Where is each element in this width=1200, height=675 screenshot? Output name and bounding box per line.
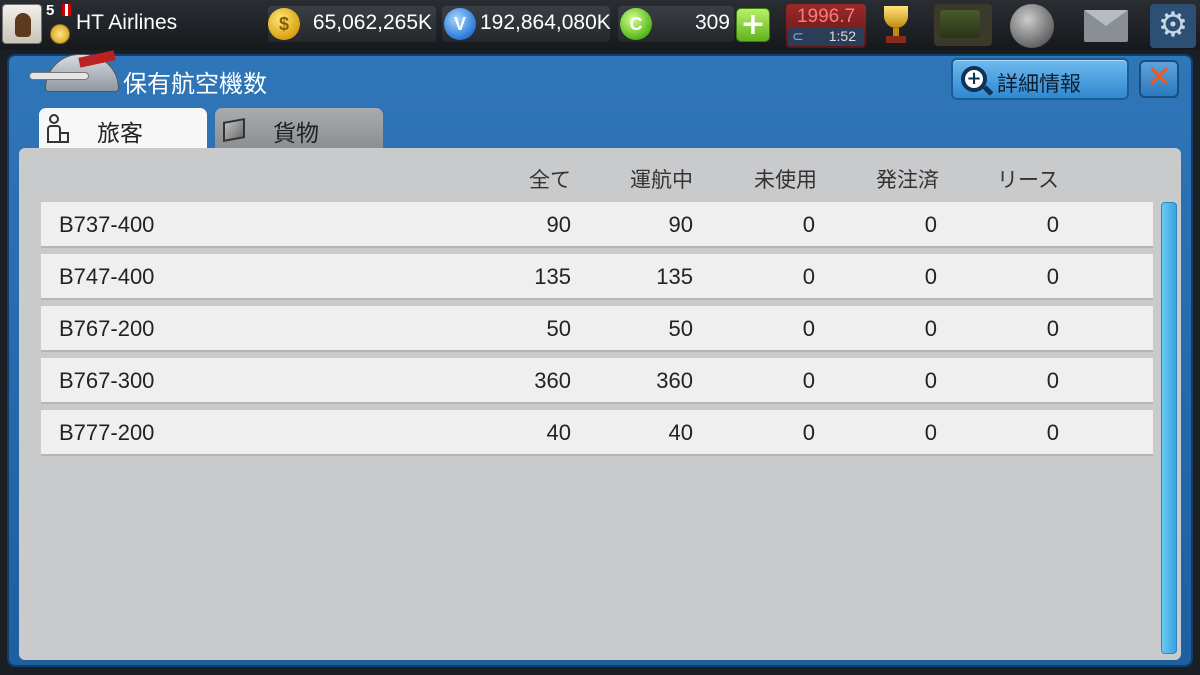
aircraft-model: B737-400 [59,212,155,237]
table-row[interactable]: B737-400 90 90 0 0 0 [41,202,1153,248]
game-year: 1996.7 [796,6,856,27]
count-unused: 0 [802,368,815,393]
hangar-icon [23,48,123,104]
tab-passenger-label: 旅客 [97,121,143,147]
aircraft-model: B747-400 [59,264,155,289]
bird-icon [15,13,31,37]
vertical-scrollbar[interactable] [1161,202,1177,654]
column-header-ordered: 発注済 [876,168,939,192]
count-lease: 0 [1046,264,1059,289]
count-all: 90 [546,212,571,237]
flag-icon [62,4,71,16]
count-ordered: 0 [924,368,937,393]
gear-icon[interactable]: ⚙ [1150,4,1196,48]
close-button[interactable]: ✕ [1139,60,1179,98]
count-operating: 90 [668,212,693,237]
cargo-box-icon [221,114,247,144]
column-header-operating: 運航中 [630,168,693,192]
trophy-icon[interactable] [876,4,916,46]
table-row[interactable]: B747-400 135 135 0 0 0 [41,254,1153,300]
fleet-table: 全て 運航中 未使用 発注済 リース B737-400 90 90 0 0 0 … [19,148,1181,660]
add-currency-button[interactable]: + [736,8,770,42]
game-clock: ⊂ 1:52 [788,28,864,46]
count-all: 40 [546,420,571,445]
count-operating: 360 [656,368,693,393]
count-lease: 0 [1046,316,1059,341]
tab-cargo-label: 貨物 [273,121,319,147]
count-lease: 0 [1046,212,1059,237]
game-date-display[interactable]: 1996.7 ⊂ 1:52 [786,4,866,48]
count-ordered: 0 [924,264,937,289]
gold-coin-icon: $ [268,8,300,40]
rewind-icon: ⊂ [792,28,804,44]
money-amount: 65,062,265K [312,11,432,34]
table-row[interactable]: B767-200 50 50 0 0 0 [41,306,1153,352]
count-ordered: 0 [924,212,937,237]
count-ordered: 0 [924,316,937,341]
details-button[interactable]: + 詳細情報 [951,58,1129,100]
aircraft-model: B767-300 [59,368,155,393]
player-level: 5 [46,2,55,19]
tab-passenger[interactable]: 旅客 [39,108,207,148]
count-unused: 0 [802,264,815,289]
c-currency-amount: 309 [694,11,730,34]
column-header-lease: リース [997,168,1059,192]
fleet-panel: 保有航空機数 + 詳細情報 ✕ 旅客 貨物 全て 運航中 未使用 発注済 リース… [7,50,1193,667]
column-header-all: 全て [529,168,571,192]
v-currency-amount: 192,864,080K [480,11,611,34]
passenger-icon [45,114,71,144]
mail-icon[interactable] [1084,10,1128,42]
tab-cargo[interactable]: 貨物 [215,108,383,148]
c-coin-icon: C [620,8,652,40]
top-status-bar: 5 HT Airlines $ 65,062,265K V 192,864,08… [0,0,1200,50]
count-all: 135 [534,264,571,289]
game-time: 1:52 [828,28,856,44]
table-row[interactable]: B767-300 360 360 0 0 0 [41,358,1153,404]
count-all: 360 [534,368,571,393]
count-unused: 0 [802,420,815,445]
count-all: 50 [546,316,571,341]
count-operating: 40 [668,420,693,445]
table-row[interactable]: B777-200 40 40 0 0 0 [41,410,1153,456]
panel-title: 保有航空機数 [123,70,267,98]
aircraft-model: B767-200 [59,316,155,341]
count-unused: 0 [802,212,815,237]
v-coin-icon: V [444,8,476,40]
count-unused: 0 [802,316,815,341]
aircraft-model: B777-200 [59,420,155,445]
tv-icon[interactable] [934,4,992,46]
count-ordered: 0 [924,420,937,445]
player-avatar[interactable] [2,4,42,44]
count-operating: 135 [656,264,693,289]
count-operating: 50 [668,316,693,341]
airline-name: HT Airlines [76,11,178,34]
count-lease: 0 [1046,420,1059,445]
column-header-unused: 未使用 [754,168,817,192]
globe-icon[interactable] [1010,4,1054,48]
count-lease: 0 [1046,368,1059,393]
details-button-label: 詳細情報 [997,72,1081,96]
medal-icon [50,24,70,44]
